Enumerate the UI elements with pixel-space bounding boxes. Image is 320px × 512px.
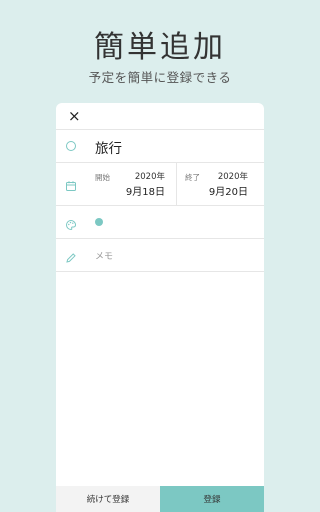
form-footer: 続けて登録 登録 bbox=[56, 486, 264, 512]
start-date-picker[interactable]: 開始 2020年 9月18日 bbox=[95, 163, 175, 205]
memo-row[interactable]: メモ bbox=[56, 239, 264, 272]
date-row: 開始 2020年 9月18日 終了 2020年 9月20日 bbox=[56, 163, 264, 206]
event-form-card: × 旅行 開始 2020年 9月18日 終了 2020年 9月20日 メモ 続け… bbox=[56, 103, 264, 512]
form-topbar: × bbox=[56, 103, 264, 130]
register-button[interactable]: 登録 bbox=[160, 486, 264, 512]
title-row[interactable]: 旅行 bbox=[56, 130, 264, 163]
end-year: 2020年 bbox=[217, 172, 248, 182]
continue-register-button[interactable]: 続けて登録 bbox=[56, 486, 160, 512]
end-date-picker[interactable]: 終了 2020年 9月20日 bbox=[176, 163, 264, 205]
memo-field[interactable]: メモ bbox=[95, 249, 113, 262]
pencil-icon bbox=[65, 249, 77, 263]
circle-icon bbox=[65, 140, 77, 152]
promo-headline: 簡単追加 bbox=[94, 30, 226, 65]
palette-icon bbox=[65, 216, 77, 231]
promo-subline: 予定を簡単に登録できる bbox=[88, 70, 232, 85]
end-day: 9月20日 bbox=[208, 187, 248, 198]
start-label: 開始 bbox=[95, 173, 110, 182]
event-title-field[interactable]: 旅行 bbox=[95, 137, 122, 157]
end-label: 終了 bbox=[185, 173, 200, 182]
close-icon[interactable]: × bbox=[68, 106, 81, 126]
start-day: 9月18日 bbox=[125, 187, 165, 198]
start-year: 2020年 bbox=[134, 172, 165, 182]
selected-color-swatch[interactable] bbox=[95, 218, 103, 226]
color-row[interactable] bbox=[56, 206, 264, 239]
calendar-icon bbox=[65, 177, 77, 191]
